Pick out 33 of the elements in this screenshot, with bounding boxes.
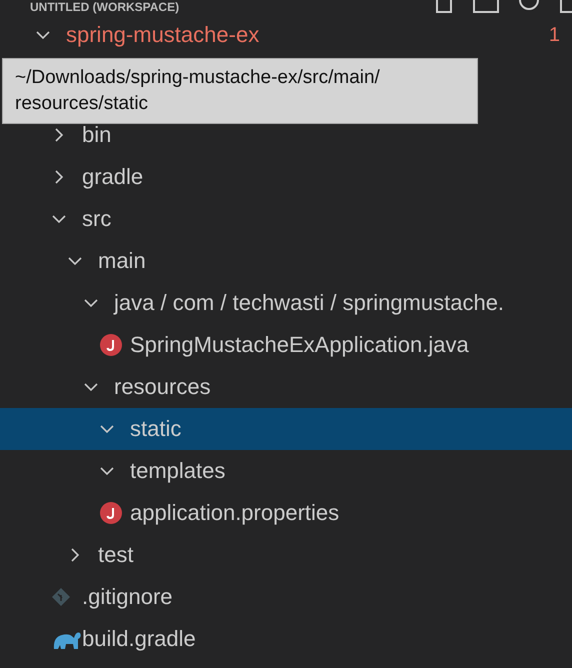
folder-name: test [98,542,134,568]
file-name: application.properties [130,500,340,526]
folder-name: spring-mustache-ex [66,22,260,48]
tree-row[interactable]: main [0,240,572,282]
tree-row[interactable]: src [0,198,572,240]
tree-row[interactable]: application.properties [0,492,572,534]
section-title: UNTITLED (WORKSPACE) [30,0,180,14]
tree-row[interactable]: build.gradle [0,618,572,660]
file-name: .gitignore [82,584,173,610]
tree-row[interactable]: templates [0,450,572,492]
folder-name: static [130,416,182,442]
file-name: SpringMustacheExApplication.java [130,332,469,358]
folder-name: resources [114,374,211,400]
java-file-icon [100,502,122,524]
folder-name: templates [130,458,226,484]
folder-name: bin [82,122,112,148]
tree-row[interactable]: .gitignore [0,576,572,618]
folder-name: gradle [82,164,144,190]
tree-row[interactable]: test [0,534,572,576]
java-file-icon [100,334,122,356]
folder-name: main [98,248,146,274]
tree-row[interactable]: static [0,408,572,450]
tree-row[interactable]: resources [0,366,572,408]
git-diamond-icon [52,588,70,606]
folder-name: java / com / techwasti / springmustache. [114,290,504,316]
path-tooltip: ~/Downloads/spring-mustache-ex/src/main/ resources/static [2,58,478,124]
tree-row[interactable]: java / com / techwasti / springmustache. [0,282,572,324]
file-name: build.gradle [82,626,196,652]
tree-row[interactable]: spring-mustache-ex 1 [0,14,572,56]
folder-name: src [82,206,112,232]
change-count: 1 [548,24,560,46]
tree-row[interactable]: SpringMustacheExApplication.java [0,324,572,366]
tree-row[interactable]: gradle [0,156,572,198]
